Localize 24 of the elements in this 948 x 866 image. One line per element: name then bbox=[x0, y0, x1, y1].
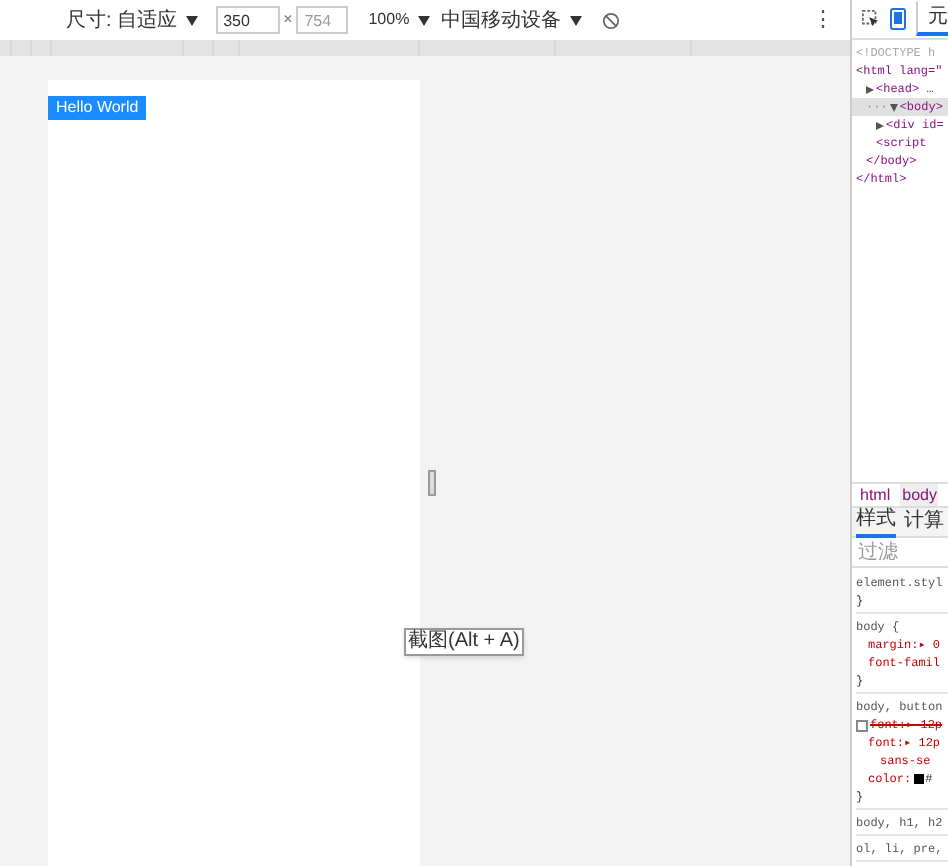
dimensions-dropdown[interactable]: 尺寸: 自适应 bbox=[66, 5, 198, 35]
throttle-dropdown[interactable]: 中国移动设备 bbox=[441, 5, 582, 35]
caret-icon bbox=[185, 15, 198, 25]
times-sign: × bbox=[283, 8, 293, 32]
inspect-icon[interactable] bbox=[862, 10, 880, 28]
collapsed-arrow-icon[interactable] bbox=[876, 121, 884, 129]
styles-tab[interactable]: 计算 bbox=[904, 508, 944, 536]
caret-icon bbox=[569, 15, 582, 25]
zoom-dropdown[interactable]: 100% bbox=[368, 8, 430, 32]
breadcrumb[interactable]: html bbox=[858, 483, 893, 507]
tooltip: 截图(Alt + A) bbox=[404, 628, 524, 656]
resize-handle[interactable] bbox=[428, 470, 436, 496]
more-menu-button[interactable]: ⋮ bbox=[812, 3, 834, 37]
device-toggle-icon[interactable] bbox=[890, 8, 906, 30]
checkbox[interactable] bbox=[856, 719, 868, 731]
filter-field[interactable]: 过滤 bbox=[852, 538, 948, 568]
caret-icon bbox=[417, 15, 430, 25]
styles-tab[interactable]: 样式 bbox=[856, 506, 896, 538]
width-field[interactable]: 350 bbox=[215, 6, 280, 34]
elements-tab[interactable]: 元 bbox=[916, 2, 948, 36]
expanded-arrow-icon[interactable] bbox=[889, 103, 898, 111]
breadcrumb[interactable]: body bbox=[900, 483, 939, 507]
color-swatch[interactable] bbox=[913, 774, 924, 784]
collapsed-arrow-icon[interactable] bbox=[866, 85, 874, 93]
